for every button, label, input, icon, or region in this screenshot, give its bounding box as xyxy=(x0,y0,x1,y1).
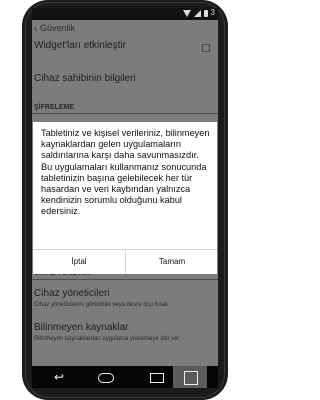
battery-icon xyxy=(203,9,208,17)
warning-dialog: Tabletiniz ve kişisel verileriniz, bilin… xyxy=(33,122,217,274)
back-icon[interactable]: ↩ xyxy=(54,370,64,384)
action-bar[interactable]: ‹ Güvenlik xyxy=(32,20,218,36)
settings-row-device-admins[interactable]: Cihaz yöneticileri xyxy=(34,288,110,299)
settings-row-device-admins-sub: Cihaz yöneticilerini görüntüle veya devr… xyxy=(34,302,169,308)
settings-row-unknown-sources[interactable]: Bilinmeyen kaynaklar xyxy=(34,322,129,333)
status-clock: 3 xyxy=(210,8,215,17)
ok-button[interactable]: Tamam xyxy=(126,250,218,274)
status-icons: 3 xyxy=(182,8,215,17)
settings-row-unknown-sources-sub: Bilinmeyen kaynaklardan uygulama yükleme… xyxy=(34,336,180,342)
widgets-checkbox[interactable] xyxy=(202,44,210,52)
page-title: Güvenlik xyxy=(40,23,76,33)
signal-icon xyxy=(193,9,201,17)
wifi-icon xyxy=(182,9,191,17)
back-arrow-icon[interactable]: ‹ xyxy=(34,20,37,36)
section-divider xyxy=(32,113,218,114)
cancel-button[interactable]: İptal xyxy=(33,250,125,274)
settings-row-owner-info[interactable]: Cihaz sahibinin bilgileri xyxy=(34,73,136,84)
status-bar: 3 xyxy=(32,8,218,20)
recent-apps-icon[interactable] xyxy=(150,373,164,383)
settings-row-widgets[interactable]: Widget'ları etkinleştir xyxy=(34,40,126,51)
section-divider xyxy=(32,279,218,280)
home-icon[interactable] xyxy=(98,373,114,383)
screenshot-icon xyxy=(184,371,198,385)
dialog-message: Tabletiniz ve kişisel verileriniz, bilin… xyxy=(41,128,210,217)
screen: 3 ‹ Güvenlik Widget'ları etkinleştir Cih… xyxy=(32,8,218,366)
section-header-encryption: ŞİFRELEME xyxy=(34,104,75,111)
screenshot-button[interactable] xyxy=(173,366,207,388)
navigation-bar: ↩ xyxy=(32,366,218,388)
